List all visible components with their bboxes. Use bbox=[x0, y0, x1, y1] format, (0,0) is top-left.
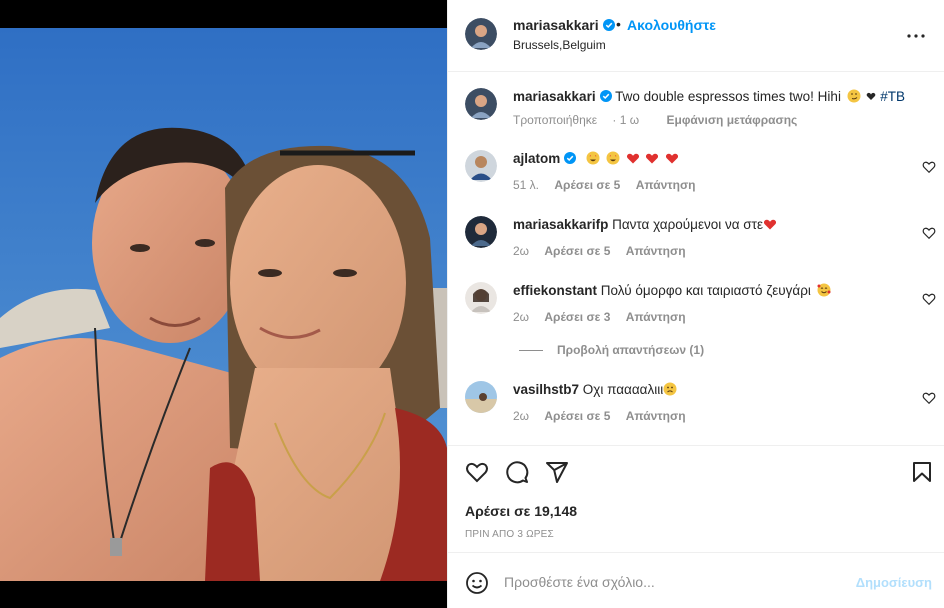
comment-avatar[interactable] bbox=[465, 381, 497, 413]
caption-text: mariasakkari Two double espressos times … bbox=[513, 89, 905, 104]
likes-count[interactable]: Αρέσει σε 19,148 bbox=[465, 503, 577, 519]
more-options-icon[interactable] bbox=[904, 24, 928, 48]
comment-avatar[interactable] bbox=[465, 150, 497, 182]
post-photo[interactable] bbox=[0, 28, 447, 581]
emoji-icon[interactable] bbox=[465, 571, 489, 595]
comment-text: ajlatom bbox=[513, 151, 679, 166]
comment-avatar[interactable] bbox=[465, 282, 497, 314]
post-header: mariasakkari • Ακολουθήστε Brussels,Belg… bbox=[448, 0, 944, 72]
comment-like-heart-icon[interactable] bbox=[922, 226, 936, 240]
bookmark-icon[interactable] bbox=[910, 460, 934, 484]
comment-time[interactable]: 2ω bbox=[513, 310, 529, 324]
reply-button[interactable]: Απάντηση bbox=[626, 244, 686, 258]
post-actions: Αρέσει σε 19,148 ΠΡΙΝ ΑΠΟ 3 ΩΡΕΣ bbox=[448, 445, 944, 552]
caption-body: Two double espressos times two! Hihi bbox=[615, 89, 841, 104]
comment-likes[interactable]: Αρέσει σε 5 bbox=[544, 244, 610, 258]
comment-meta: 2ω Αρέσει σε 5 Απάντηση bbox=[513, 409, 698, 423]
comments-list: mariasakkari Two double espressos times … bbox=[448, 72, 944, 445]
comment-time[interactable]: 2ω bbox=[513, 409, 529, 423]
verified-badge-icon bbox=[564, 152, 577, 164]
author-username[interactable]: mariasakkari bbox=[513, 17, 615, 33]
caption-edited: Τροποποιήθηκε · 1 ω bbox=[513, 113, 640, 127]
comment-time[interactable]: 51 λ. bbox=[513, 178, 539, 192]
comment-likes[interactable]: Αρέσει σε 5 bbox=[544, 409, 610, 423]
post-comment-button[interactable]: Δημοσίευση bbox=[856, 575, 932, 590]
star-struck-emoji-icon bbox=[586, 151, 600, 165]
smiling-face-with-hearts-icon bbox=[817, 283, 831, 297]
post-timestamp[interactable]: ΠΡΙΝ ΑΠΟ 3 ΩΡΕΣ bbox=[465, 529, 554, 540]
red-heart-icon bbox=[646, 153, 659, 164]
comment-likes[interactable]: Αρέσει σε 3 bbox=[544, 310, 610, 324]
comment-body: Παντα χαρούμενοι να στε bbox=[612, 217, 763, 232]
post-dialog: mariasakkari • Ακολουθήστε Brussels,Belg… bbox=[0, 0, 944, 608]
view-replies-button[interactable]: Προβολή απαντήσεων (1) bbox=[519, 343, 704, 357]
smirk-emoji-icon bbox=[847, 89, 861, 103]
follow-button[interactable]: Ακολουθήστε bbox=[627, 17, 716, 33]
post-location[interactable]: Brussels,Belguim bbox=[513, 38, 606, 52]
verified-badge-icon bbox=[599, 90, 612, 102]
comment-text: vasilhstb7 Οχι πααααλιιι bbox=[513, 382, 677, 397]
add-comment-bar: Δημοσίευση bbox=[448, 552, 944, 608]
heart-icon[interactable] bbox=[465, 460, 489, 484]
comment-username[interactable]: ajlatom bbox=[513, 151, 560, 166]
comment-text: mariasakkarifp Παντα χαρούμενοι να στε bbox=[513, 217, 777, 232]
see-translation-link[interactable]: Εμφάνιση μετάφρασης bbox=[667, 113, 798, 127]
red-heart-icon bbox=[763, 219, 777, 230]
comment-meta: 2ω Αρέσει σε 5 Απάντηση bbox=[513, 244, 698, 258]
caption-meta: Τροποποιήθηκε · 1 ω Εμφάνιση μετάφρασης bbox=[513, 113, 809, 127]
verified-badge-icon bbox=[602, 19, 615, 31]
post-sidebar: mariasakkari • Ακολουθήστε Brussels,Belg… bbox=[447, 0, 944, 608]
comment-like-heart-icon[interactable] bbox=[922, 292, 936, 306]
comment-icon[interactable] bbox=[505, 460, 529, 484]
post-media bbox=[0, 0, 447, 608]
comment-username[interactable]: effiekonstant bbox=[513, 283, 597, 298]
comment-avatar[interactable] bbox=[465, 216, 497, 248]
red-heart-icon bbox=[626, 153, 639, 164]
red-heart-icon bbox=[666, 153, 679, 164]
comment-body: Πολύ όμορφο και ταιριαστό ζευγάρι bbox=[600, 283, 811, 298]
comment-likes[interactable]: Αρέσει σε 5 bbox=[554, 178, 620, 192]
comment-username[interactable]: vasilhstb7 bbox=[513, 382, 579, 397]
comment-body: Οχι πααααλιιι bbox=[582, 382, 664, 397]
author-avatar[interactable] bbox=[465, 18, 497, 50]
reply-button[interactable]: Απάντηση bbox=[636, 178, 696, 192]
black-heart-icon bbox=[867, 92, 876, 100]
star-struck-emoji-icon bbox=[606, 151, 620, 165]
comment-time[interactable]: 2ω bbox=[513, 244, 529, 258]
header-separator: • bbox=[616, 16, 621, 32]
comment-like-heart-icon[interactable] bbox=[922, 391, 936, 405]
share-icon[interactable] bbox=[545, 460, 569, 484]
caption-hashtag[interactable]: #TB bbox=[880, 89, 905, 104]
reply-button[interactable]: Απάντηση bbox=[626, 310, 686, 324]
comment-username[interactable]: mariasakkarifp bbox=[513, 217, 608, 232]
sad-face-emoji-icon bbox=[663, 382, 677, 396]
caption-avatar[interactable] bbox=[465, 88, 497, 120]
comment-text: effiekonstant Πολύ όμορφο και ταιριαστό … bbox=[513, 283, 831, 298]
comment-meta: 2ω Αρέσει σε 3 Απάντηση bbox=[513, 310, 698, 324]
caption-username[interactable]: mariasakkari bbox=[513, 89, 596, 104]
comment-input[interactable] bbox=[504, 568, 844, 596]
comment-meta: 51 λ. Αρέσει σε 5 Απάντηση bbox=[513, 178, 708, 192]
comment-like-heart-icon[interactable] bbox=[922, 160, 936, 174]
reply-button[interactable]: Απάντηση bbox=[626, 409, 686, 423]
